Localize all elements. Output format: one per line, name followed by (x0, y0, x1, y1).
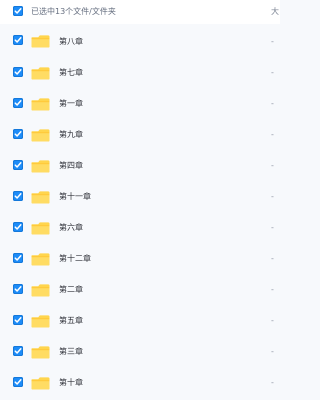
folder-icon (31, 252, 50, 266)
folder-row[interactable]: 第二章 - (0, 272, 280, 303)
checkmark-icon (14, 131, 22, 137)
folder-name[interactable]: 第六章 (59, 223, 83, 233)
checkmark-icon (14, 193, 22, 199)
folder-icon (31, 376, 50, 390)
folder-row[interactable]: 第三章 - (0, 334, 280, 365)
folder-size: - (271, 285, 274, 294)
folder-name[interactable]: 第二章 (59, 285, 83, 295)
checkmark-icon (14, 286, 22, 292)
folder-size: - (271, 316, 274, 325)
folder-size: - (271, 378, 274, 387)
folder-icon (31, 283, 50, 297)
folder-size: - (271, 347, 274, 356)
folder-icon (31, 190, 50, 204)
checkmark-icon (14, 8, 22, 14)
folder-size: - (271, 68, 274, 77)
row-checkbox[interactable] (13, 129, 23, 139)
folder-name[interactable]: 第十一章 (59, 192, 91, 202)
folder-icon (31, 345, 50, 359)
folder-size: - (271, 223, 274, 232)
folder-row[interactable]: 第四章 - (0, 148, 280, 179)
row-checkbox[interactable] (13, 284, 23, 294)
folder-size: - (271, 130, 274, 139)
row-checkbox[interactable] (13, 160, 23, 170)
folder-row[interactable]: 第十二章 - (0, 241, 280, 272)
folder-row[interactable]: 第十章 - (0, 365, 280, 396)
row-checkbox[interactable] (13, 346, 23, 356)
folder-row[interactable]: 第八章 - (0, 24, 280, 55)
folder-name[interactable]: 第五章 (59, 316, 83, 326)
folder-icon (31, 34, 50, 48)
folder-name[interactable]: 第十章 (59, 378, 83, 388)
folder-name[interactable]: 第三章 (59, 347, 83, 357)
folder-size: - (271, 254, 274, 263)
checkmark-icon (14, 37, 22, 43)
select-all-checkbox[interactable] (13, 6, 23, 16)
row-checkbox[interactable] (13, 35, 23, 45)
selection-count-label: 已选中13个文件/文件夹 (31, 7, 116, 16)
selection-header: 已选中13个文件/文件夹 大 (0, 0, 280, 24)
row-checkbox[interactable] (13, 315, 23, 325)
folder-icon (31, 221, 50, 235)
folder-row[interactable]: 第五章 - (0, 303, 280, 334)
folder-name[interactable]: 第九章 (59, 130, 83, 140)
folder-row[interactable]: 第十一章 - (0, 179, 280, 210)
folder-name[interactable]: 第八章 (59, 37, 83, 47)
checkmark-icon (14, 379, 22, 385)
checkmark-icon (14, 348, 22, 354)
row-checkbox[interactable] (13, 67, 23, 77)
row-checkbox[interactable] (13, 222, 23, 232)
size-column-header[interactable]: 大 (271, 6, 279, 17)
checkmark-icon (14, 224, 22, 230)
folder-row[interactable]: 第九章 - (0, 117, 280, 148)
row-checkbox[interactable] (13, 98, 23, 108)
folder-size: - (271, 161, 274, 170)
folder-name[interactable]: 第四章 (59, 161, 83, 171)
folder-icon (31, 128, 50, 142)
folder-name[interactable]: 第一章 (59, 99, 83, 109)
folder-icon (31, 314, 50, 328)
checkmark-icon (14, 317, 22, 323)
folder-size: - (271, 99, 274, 108)
folder-size: - (271, 37, 274, 46)
row-checkbox[interactable] (13, 377, 23, 387)
row-checkbox[interactable] (13, 191, 23, 201)
folder-icon (31, 66, 50, 80)
folder-name[interactable]: 第十二章 (59, 254, 91, 264)
folder-icon (31, 159, 50, 173)
checkmark-icon (14, 255, 22, 261)
folder-row[interactable]: 第一章 - (0, 86, 280, 117)
checkmark-icon (14, 69, 22, 75)
file-list-panel: 已选中13个文件/文件夹 大 第八章 - 第七章 - 第一章 - 第九章 - 第… (0, 0, 280, 400)
folder-name[interactable]: 第七章 (59, 68, 83, 78)
folder-row[interactable]: 第六章 - (0, 210, 280, 241)
folder-icon (31, 97, 50, 111)
checkmark-icon (14, 100, 22, 106)
folder-row[interactable]: 第七章 - (0, 55, 280, 86)
checkmark-icon (14, 162, 22, 168)
folder-size: - (271, 192, 274, 201)
row-checkbox[interactable] (13, 253, 23, 263)
